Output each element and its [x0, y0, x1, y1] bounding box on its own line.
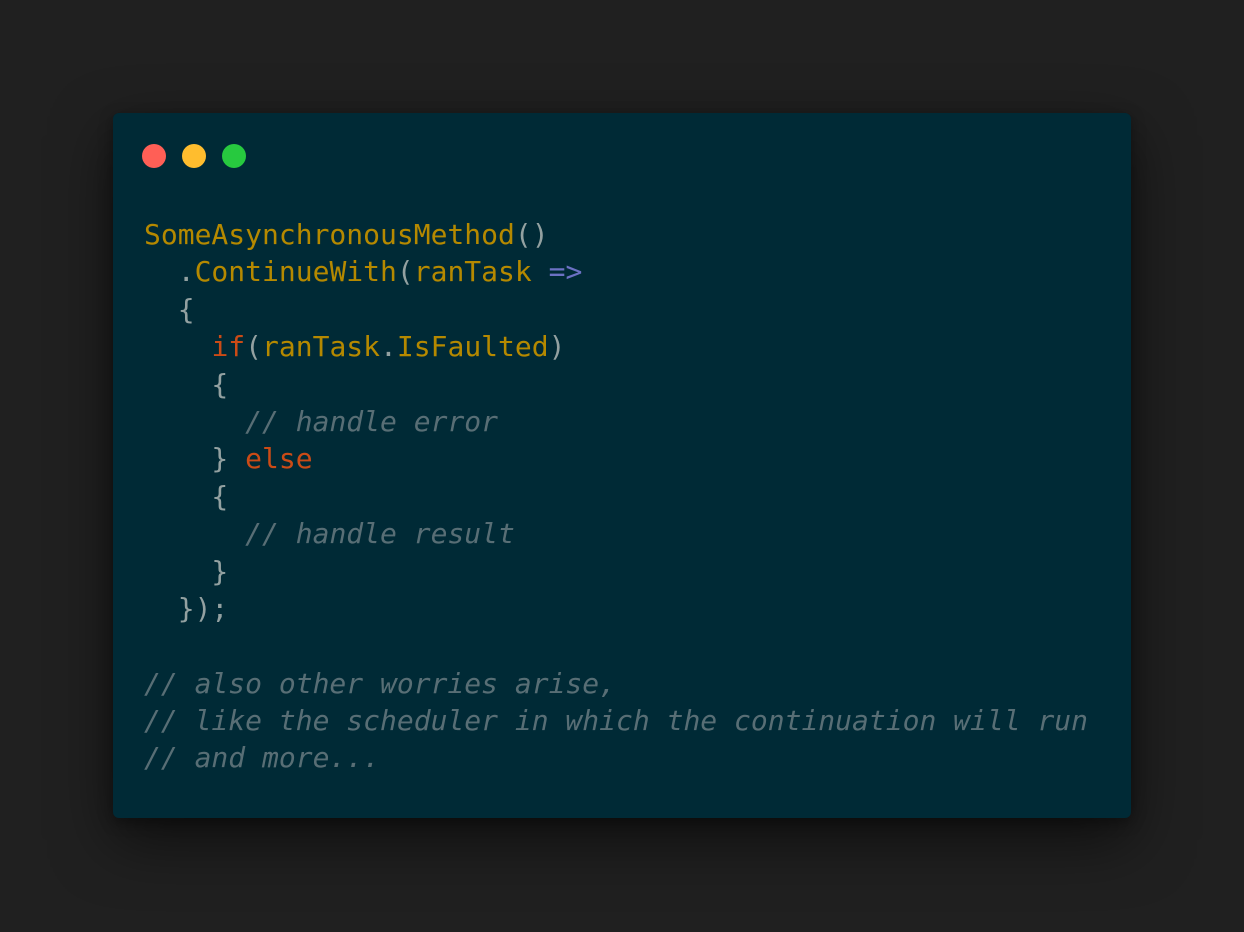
code-token: // handle result	[245, 517, 515, 551]
minimize-dot-icon[interactable]	[182, 144, 206, 168]
code-line: // handle error	[144, 403, 1088, 440]
code-window: SomeAsynchronousMethod() .ContinueWith(r…	[113, 113, 1131, 818]
code-token: // handle error	[245, 404, 499, 438]
code-line: .ContinueWith(ranTask =>	[144, 253, 1088, 290]
code-line: if(ranTask.IsFaulted)	[144, 328, 1088, 365]
code-token: if	[211, 330, 246, 364]
code-token: .	[144, 255, 195, 289]
code-token: .	[380, 330, 397, 364]
code-line: {	[144, 366, 1088, 403]
code-token: {	[144, 292, 195, 326]
code-token: ranTask	[262, 330, 381, 364]
code-token: (	[396, 255, 414, 289]
code-token: }	[144, 554, 229, 588]
code-token: });	[144, 591, 229, 625]
code-line: {	[144, 478, 1088, 515]
code-token: IsFaulted	[396, 330, 549, 364]
code-token: }	[144, 442, 246, 476]
code-token: )	[548, 330, 566, 364]
code-token: =>	[548, 255, 583, 289]
code-line: // and more...	[144, 739, 1088, 776]
code-token: (	[245, 330, 263, 364]
code-line: });	[144, 590, 1088, 627]
code-token: // also other worries arise,	[144, 666, 617, 700]
code-token: // and more...	[144, 741, 381, 775]
maximize-dot-icon[interactable]	[222, 144, 246, 168]
code-line: // like the scheduler in which the conti…	[144, 702, 1088, 739]
code-line: } else	[144, 440, 1088, 477]
code-token: {	[144, 367, 229, 401]
code-token: ranTask	[413, 255, 532, 289]
code-token: else	[245, 442, 313, 476]
code-token: {	[144, 479, 229, 513]
code-line: {	[144, 291, 1088, 328]
close-dot-icon[interactable]	[142, 144, 166, 168]
code-line: // also other worries arise,	[144, 665, 1088, 702]
code-token: ()	[514, 218, 549, 251]
code-block: SomeAsynchronousMethod() .ContinueWith(r…	[144, 216, 1088, 777]
code-token: SomeAsynchronousMethod	[144, 218, 515, 251]
code-token: ContinueWith	[194, 255, 397, 289]
code-line: // handle result	[144, 515, 1088, 552]
code-token: // like the scheduler in which the conti…	[144, 704, 1089, 738]
code-line: SomeAsynchronousMethod()	[144, 216, 1088, 253]
code-line: }	[144, 553, 1088, 590]
